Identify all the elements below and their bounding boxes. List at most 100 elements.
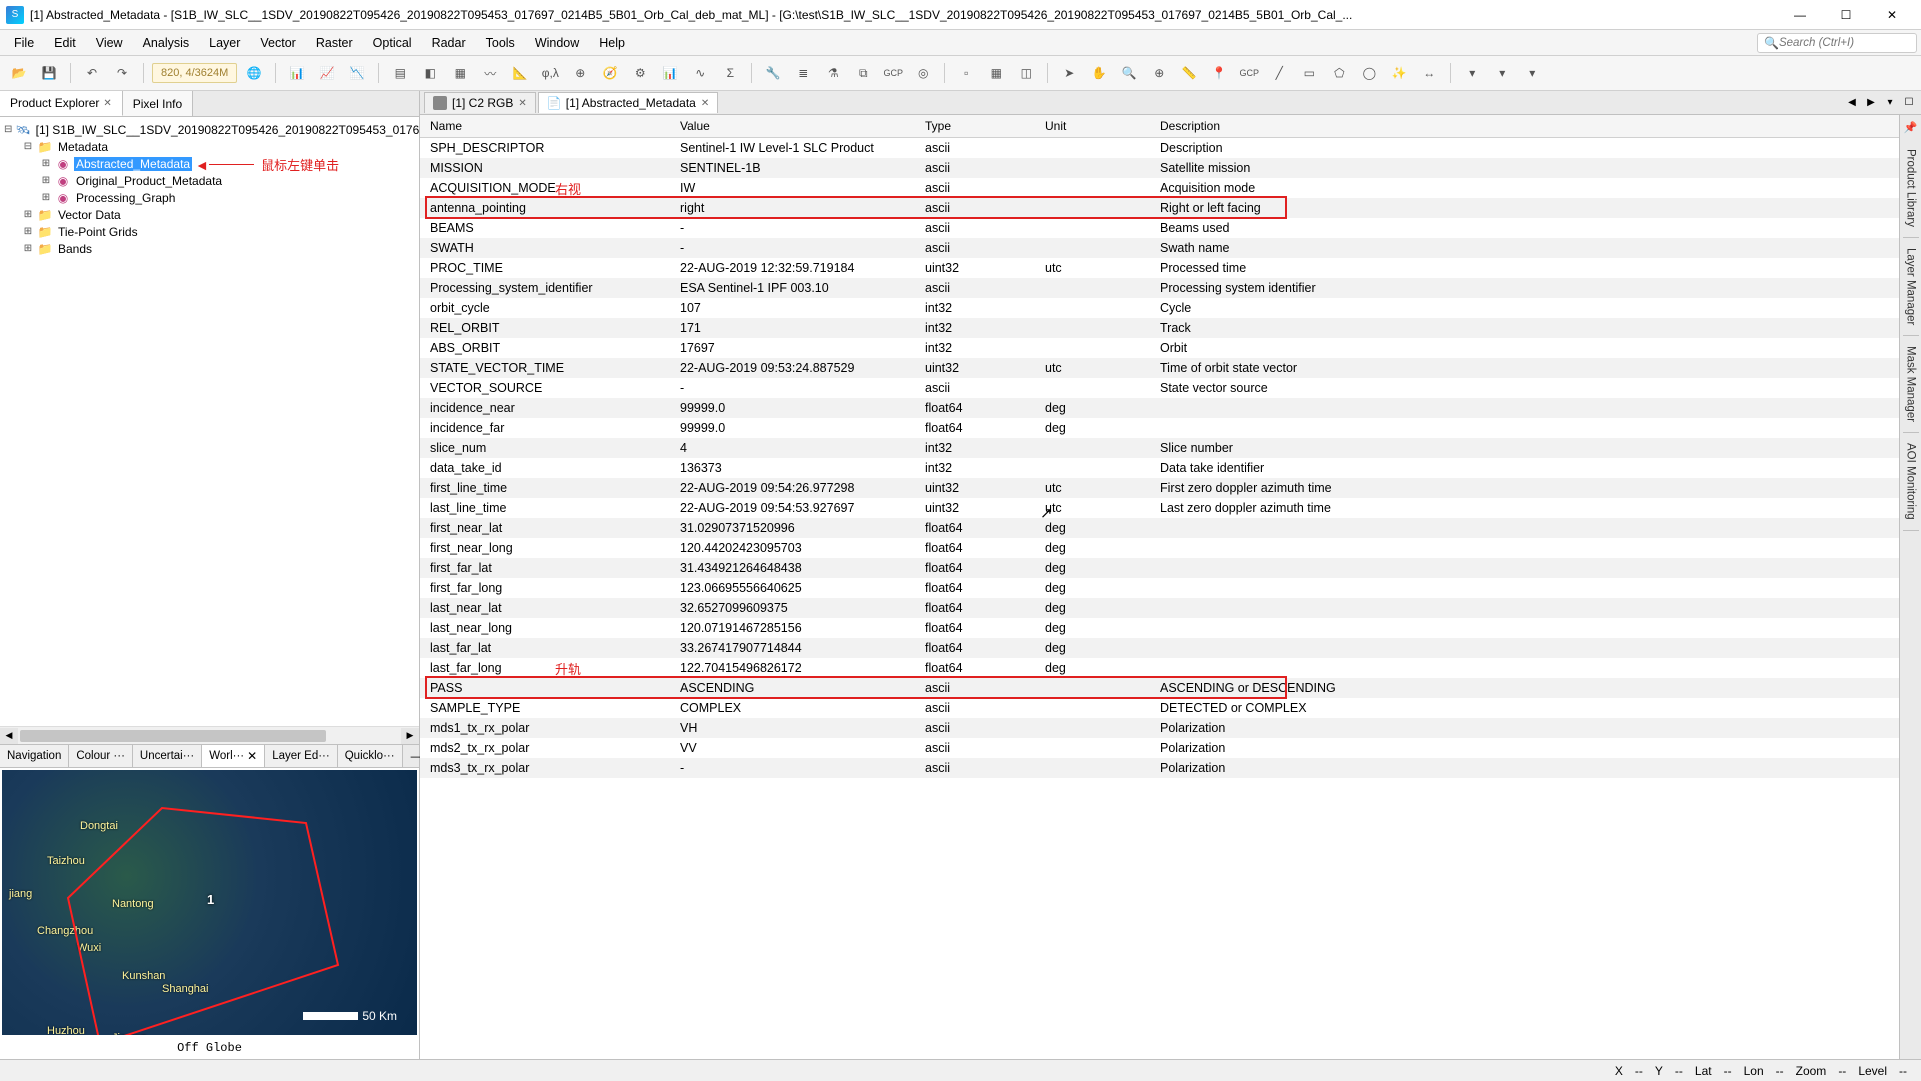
draw-line-icon[interactable]: ╱ [1266, 60, 1292, 86]
chart-icon[interactable]: 📉 [344, 60, 370, 86]
geo-icon[interactable]: ⊕ [567, 60, 593, 86]
table-row[interactable]: first_far_lat31.434921264648438float64de… [420, 558, 1921, 578]
sigma-icon[interactable]: Σ [717, 60, 743, 86]
close-button[interactable]: ✕ [1869, 0, 1915, 30]
editor-tab-metadata[interactable]: 📄 [1] Abstracted_Metadata ✕ [538, 92, 718, 113]
tool-icon[interactable]: ⚙ [627, 60, 653, 86]
tree-item[interactable]: ⊟ 🛰 [1] S1B_IW_SLC__1SDV_20190822T095426… [4, 121, 415, 138]
gcp-icon[interactable]: GCP [880, 60, 906, 86]
table-row[interactable]: last_near_lat32.6527099609375float64deg [420, 598, 1921, 618]
open-icon[interactable]: 📂 [6, 60, 32, 86]
table-row[interactable]: antenna_pointingrightasciiRight or left … [420, 198, 1921, 218]
wrench-icon[interactable]: 🔧 [760, 60, 786, 86]
prev-tab-icon[interactable]: ◀ [1844, 95, 1860, 111]
gcp2-icon[interactable]: GCP [1236, 60, 1262, 86]
graph-icon[interactable]: 📊 [657, 60, 683, 86]
dock-panel-tab[interactable]: AOI Monitoring [1903, 433, 1919, 531]
range-icon[interactable]: ↔ [1416, 60, 1442, 86]
table-row[interactable]: SWATH-asciiSwath name [420, 238, 1921, 258]
bl-tab[interactable]: Navigation [0, 745, 69, 767]
menu-analysis[interactable]: Analysis [133, 32, 200, 54]
table-row[interactable]: ACQUISITION_MODEIWasciiAcquisition mode [420, 178, 1921, 198]
bl-tab[interactable]: Layer Ed··· [265, 745, 338, 767]
tree-hscroll[interactable]: ◀ ▶ [0, 726, 419, 744]
table-row[interactable]: REL_ORBIT171int32Track [420, 318, 1921, 338]
table-row[interactable]: PASSASCENDINGasciiASCENDING or DESCENDIN… [420, 678, 1921, 698]
dock-panel-tab[interactable]: Mask Manager [1903, 336, 1919, 433]
close-icon[interactable]: ✕ [103, 98, 111, 109]
overlay-icon[interactable]: ◫ [1013, 60, 1039, 86]
scroll-left-icon[interactable]: ◀ [0, 728, 18, 744]
menu-optical[interactable]: Optical [363, 32, 422, 54]
next-tab-icon[interactable]: ▶ [1863, 95, 1879, 111]
menu-file[interactable]: File [4, 32, 44, 54]
tree-item[interactable]: ⊞ ◉ Processing_Graph [4, 189, 415, 206]
menu-tools[interactable]: Tools [476, 32, 525, 54]
dock-panel-tab[interactable]: Product Library [1903, 139, 1919, 238]
layers-icon[interactable]: ≣ [790, 60, 816, 86]
table-row[interactable]: data_take_id136373int32Data take identif… [420, 458, 1921, 478]
profile-icon[interactable]: 〰 [477, 60, 503, 86]
pixel-icon[interactable]: ▫ [953, 60, 979, 86]
table-row[interactable]: slice_num4int32Slice number [420, 438, 1921, 458]
table-row[interactable]: mds2_tx_rx_polarVVasciiPolarization [420, 738, 1921, 758]
draw-ellipse-icon[interactable]: ◯ [1356, 60, 1382, 86]
scroll-track[interactable] [18, 729, 401, 743]
dropdown1-icon[interactable]: ▾ [1459, 60, 1485, 86]
tree-item[interactable]: ⊟ 📁 Metadata [4, 138, 415, 155]
menu-window[interactable]: Window [525, 32, 589, 54]
grid-icon[interactable]: ▦ [983, 60, 1009, 86]
dropdown-icon[interactable]: ▾ [1882, 95, 1898, 111]
scroll-right-icon[interactable]: ▶ [401, 728, 419, 744]
search-box[interactable]: 🔍 [1757, 33, 1917, 53]
table-row[interactable]: VECTOR_SOURCE-asciiState vector source [420, 378, 1921, 398]
table-row[interactable]: first_far_long123.06695556640625float64d… [420, 578, 1921, 598]
column-header[interactable]: Unit [1035, 115, 1150, 138]
bl-tab[interactable]: Uncertai··· [133, 745, 202, 767]
filter-icon[interactable]: ▦ [447, 60, 473, 86]
close-icon[interactable]: ✕ [701, 98, 709, 109]
column-header[interactable]: Description [1150, 115, 1921, 138]
column-header[interactable]: Value [670, 115, 915, 138]
editor-tab-image[interactable]: [1] C2 RGB ✕ [424, 92, 536, 113]
menu-help[interactable]: Help [589, 32, 635, 54]
pin-icon[interactable]: 📍 [1206, 60, 1232, 86]
table-row[interactable]: mds3_tx_rx_polar-asciiPolarization [420, 758, 1921, 778]
band-icon[interactable]: ▤ [387, 60, 413, 86]
search-input[interactable] [1779, 37, 1910, 49]
zoom-icon[interactable]: 🔍 [1116, 60, 1142, 86]
pointer-icon[interactable]: ➤ [1056, 60, 1082, 86]
graph-builder-icon[interactable]: ◎ [910, 60, 936, 86]
histogram-icon[interactable]: 📈 [314, 60, 340, 86]
bl-tab[interactable]: Worl··· ✕ [202, 745, 265, 767]
bl-tab[interactable]: Quicklo··· [338, 745, 403, 767]
table-row[interactable]: ABS_ORBIT17697int32Orbit [420, 338, 1921, 358]
redo-icon[interactable]: ↷ [109, 60, 135, 86]
undo-icon[interactable]: ↶ [79, 60, 105, 86]
tab-pixel-info[interactable]: Pixel Info [123, 91, 193, 116]
magic-icon[interactable]: ✨ [1386, 60, 1412, 86]
table-row[interactable]: mds1_tx_rx_polarVHasciiPolarization [420, 718, 1921, 738]
table-row[interactable]: last_near_long120.07191467285156float64d… [420, 618, 1921, 638]
phi-lambda-icon[interactable]: φ,λ [537, 60, 563, 86]
menu-edit[interactable]: Edit [44, 32, 86, 54]
mask-icon[interactable]: ◧ [417, 60, 443, 86]
table-row[interactable]: last_far_long122.70415496826172float64de… [420, 658, 1921, 678]
menu-vector[interactable]: Vector [250, 32, 305, 54]
menu-view[interactable]: View [86, 32, 133, 54]
tree-item[interactable]: ⊞ 📁 Bands [4, 240, 415, 257]
dropdown2-icon[interactable]: ▾ [1489, 60, 1515, 86]
dock-panel-tab[interactable]: Layer Manager [1903, 238, 1919, 336]
table-row[interactable]: STATE_VECTOR_TIME22-AUG-2019 09:53:24.88… [420, 358, 1921, 378]
process-icon[interactable]: ⚗ [820, 60, 846, 86]
table-row[interactable]: SPH_DESCRIPTORSentinel-1 IW Level-1 SLC … [420, 138, 1921, 159]
plot-icon[interactable]: ∿ [687, 60, 713, 86]
maximize-button[interactable]: ☐ [1823, 0, 1869, 30]
globe-icon[interactable]: 🌐 [241, 60, 267, 86]
batch-icon[interactable]: ⧉ [850, 60, 876, 86]
spectrum-icon[interactable]: 📐 [507, 60, 533, 86]
bl-tab[interactable]: Colour ··· [69, 745, 133, 767]
column-header[interactable]: Type [915, 115, 1035, 138]
stats-icon[interactable]: 📊 [284, 60, 310, 86]
pan-icon[interactable]: ✋ [1086, 60, 1112, 86]
